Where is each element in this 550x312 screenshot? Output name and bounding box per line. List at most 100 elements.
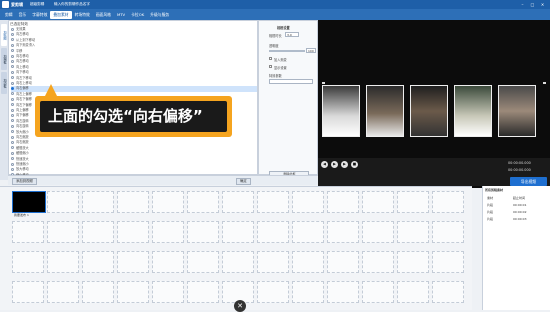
effect-radio[interactable] [11,65,14,69]
effect-radio[interactable] [11,70,14,74]
timeline-slot[interactable] [152,191,184,213]
close-icon[interactable]: ✕ [540,2,545,7]
menu-item-mtv[interactable]: MTV [114,11,128,19]
timeline-slot[interactable] [257,251,289,273]
menu-item-subtitle[interactable]: 字幕特效 [29,11,50,19]
effect-radio[interactable] [11,146,14,150]
timeline-slot[interactable] [117,281,149,303]
effect-radio[interactable] [11,49,14,53]
timeline-slot[interactable] [292,221,324,243]
opacity-input[interactable]: 100 [306,48,316,53]
effect-radio[interactable] [11,54,14,58]
delete-icon[interactable]: ✕ [234,300,246,312]
play-icon[interactable]: ▶ [331,161,338,168]
stop-icon[interactable]: ■ [351,161,358,168]
timeline-slot[interactable] [362,221,394,243]
timeline-slot[interactable] [82,191,114,213]
effect-radio[interactable] [11,32,14,36]
minimize-icon[interactable]: – [520,2,525,7]
timeline-slot[interactable] [327,191,359,213]
timeline-slot[interactable] [222,251,254,273]
timeline-slot[interactable] [222,221,254,243]
menu-item-transition[interactable]: 转场特效 [72,11,93,19]
effect-radio[interactable] [11,81,14,85]
timeline-slot[interactable] [257,221,289,243]
menu-item-upgrade[interactable]: 升级与服务 [147,11,172,19]
prev-icon[interactable]: ◀ [321,161,328,168]
timeline-slot[interactable] [12,281,44,303]
export-video-button[interactable]: 导出视频 [510,177,547,186]
timeline-slot[interactable] [362,281,394,303]
tab-add-sticker[interactable]: 加贴图 [1,24,7,46]
timeline-slot[interactable] [327,251,359,273]
effect-radio[interactable] [11,103,14,107]
timeline-slot[interactable] [47,191,79,213]
timeline-clip[interactable] [12,191,46,213]
effect-radio[interactable] [11,167,14,171]
effect-radio[interactable] [11,157,14,161]
add-to-video-button[interactable]: 添加到视频 [12,178,37,185]
effect-radio[interactable] [11,140,14,144]
timeline-slot[interactable] [117,191,149,213]
timeline-slot[interactable] [82,221,114,243]
effect-radio[interactable] [11,162,14,166]
effect-radio[interactable] [11,92,14,96]
effect-radio[interactable] [11,76,14,80]
menu-item-style[interactable]: 画面风格 [93,11,114,19]
effect-radio[interactable] [11,119,14,123]
clip-name[interactable]: 片段 [487,216,507,222]
timeline-slot[interactable] [397,221,429,243]
timeline-slot[interactable] [152,281,184,303]
timeline-slot[interactable] [187,251,219,273]
menu-item-music[interactable]: 音乐 [16,11,30,19]
fade-checkbox[interactable] [269,57,273,61]
effect-radio[interactable] [11,108,14,112]
timeline-slot[interactable] [292,281,324,303]
timeline-slot[interactable] [362,251,394,273]
display-checkbox[interactable] [269,65,273,69]
timeline-slot[interactable] [152,251,184,273]
timeline-slot[interactable] [117,221,149,243]
timeline-slot[interactable] [397,281,429,303]
effect-radio[interactable] [11,86,14,90]
timeline-slot[interactable] [257,281,289,303]
timeline-slot[interactable] [187,221,219,243]
maximize-icon[interactable]: □ [530,2,535,7]
effect-radio[interactable] [11,38,14,42]
timeline-slot[interactable] [257,191,289,213]
effect-radio[interactable] [11,151,14,155]
timeline-slot[interactable] [432,251,464,273]
menu-item-overlay[interactable]: 叠加素材 [50,10,72,19]
effect-param-input[interactable] [269,79,313,84]
timeline-slot[interactable] [397,191,429,213]
timeline-slot[interactable] [187,281,219,303]
clip-name[interactable]: 片段 [487,209,507,215]
timeline-slot[interactable] [117,251,149,273]
timeline-slot[interactable] [362,191,394,213]
effect-radio[interactable] [11,97,14,101]
effect-radio[interactable] [11,130,14,134]
effect-radio[interactable] [11,43,14,47]
timeline-slot[interactable] [222,191,254,213]
timeline-slot[interactable] [12,221,44,243]
timeline-slot[interactable] [327,281,359,303]
clip-name[interactable]: 片段 [487,202,507,208]
effect-radio[interactable] [11,124,14,128]
timeline-slot[interactable] [12,251,44,273]
timeline-slot[interactable] [82,251,114,273]
timeline-slot[interactable] [152,221,184,243]
timeline-slot[interactable] [432,191,464,213]
ok-button[interactable]: 确定 [236,178,251,185]
timeline-slot[interactable] [47,221,79,243]
next-icon[interactable]: ▶ [341,161,348,168]
timeline-slot[interactable] [397,251,429,273]
tab-add-frame[interactable]: 加相框 [1,48,7,70]
opacity-slider[interactable] [269,50,305,52]
timeline-slot[interactable] [292,251,324,273]
timeline-slot[interactable] [187,191,219,213]
timeline-slot[interactable] [432,221,464,243]
timeline-slot[interactable] [432,281,464,303]
timeline-slot[interactable] [47,251,79,273]
timeline-slot[interactable] [47,281,79,303]
window-title[interactable]: 输入你的剪辑作品名字 [54,2,90,7]
